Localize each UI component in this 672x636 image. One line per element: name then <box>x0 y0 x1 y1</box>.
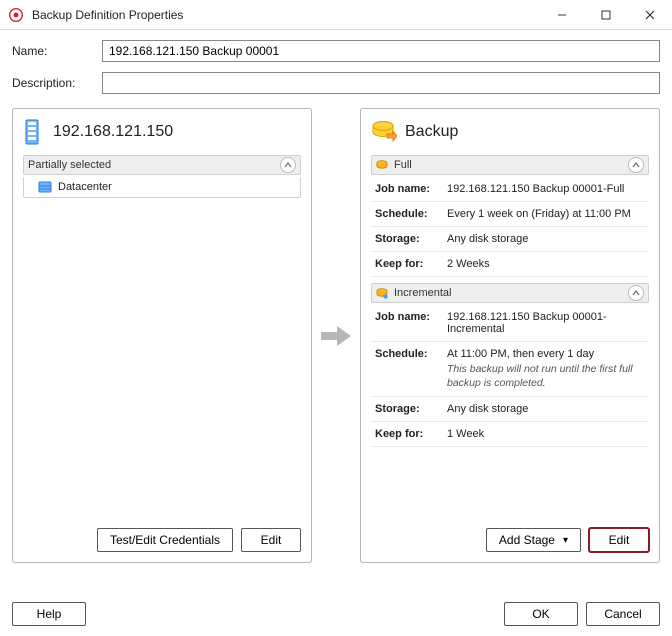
cancel-button[interactable]: Cancel <box>586 602 660 626</box>
prop-key: Keep for: <box>371 422 443 447</box>
datacenter-icon <box>38 180 52 194</box>
description-input[interactable] <box>102 72 660 94</box>
minimize-button[interactable] <box>540 0 584 30</box>
prop-value: 192.168.121.150 Backup 00001-Full <box>443 177 649 202</box>
stage-incremental-header[interactable]: Incremental <box>371 283 649 303</box>
description-label: Description: <box>12 76 102 90</box>
selection-tree: Datacenter <box>23 177 301 198</box>
backup-panel: Backup Full <box>360 108 660 563</box>
disk-incremental-icon <box>376 287 388 299</box>
close-button[interactable] <box>628 0 672 30</box>
help-button[interactable]: Help <box>12 602 86 626</box>
prop-key: Schedule: <box>371 342 443 397</box>
chevron-up-icon[interactable] <box>280 157 296 173</box>
prop-key: Job name: <box>371 305 443 342</box>
name-label: Name: <box>12 44 102 58</box>
prop-value: Every 1 week on (Friday) at 11:00 PM <box>443 202 649 227</box>
prop-key: Storage: <box>371 227 443 252</box>
stage-full-header[interactable]: Full <box>371 155 649 175</box>
prop-value: 2 Weeks <box>443 252 649 277</box>
chevron-up-icon[interactable] <box>628 157 644 173</box>
name-input[interactable] <box>102 40 660 62</box>
prop-key: Storage: <box>371 397 443 422</box>
schedule-note: This backup will not run until the first… <box>447 363 645 390</box>
prop-key: Job name: <box>371 177 443 202</box>
backup-edit-button[interactable]: Edit <box>589 528 649 552</box>
prop-value: Any disk storage <box>443 397 649 422</box>
window-title: Backup Definition Properties <box>32 8 183 22</box>
prop-value: 192.168.121.150 Backup 00001-Incremental <box>443 305 649 342</box>
source-edit-button[interactable]: Edit <box>241 528 301 552</box>
partially-selected-section[interactable]: Partially selected <box>23 155 301 175</box>
server-icon <box>23 119 45 145</box>
dialog-button-bar: Help OK Cancel <box>12 602 660 626</box>
stage-full-properties: Job name: 192.168.121.150 Backup 00001-F… <box>371 177 649 277</box>
test-edit-credentials-button[interactable]: Test/Edit Credentials <box>97 528 233 552</box>
backup-icon <box>371 119 397 145</box>
section-label: Partially selected <box>28 159 111 171</box>
prop-value: Any disk storage <box>443 227 649 252</box>
stage-incremental-label: Incremental <box>394 287 451 299</box>
stage-incremental-properties: Job name: 192.168.121.150 Backup 00001-I… <box>371 305 649 447</box>
prop-key: Keep for: <box>371 252 443 277</box>
schedule-value: At 11:00 PM, then every 1 day <box>447 348 594 360</box>
prop-value: At 11:00 PM, then every 1 day This backu… <box>443 342 649 397</box>
app-icon <box>8 7 24 23</box>
source-panel: 192.168.121.150 Partially selected <box>12 108 312 563</box>
add-stage-button[interactable]: Add Stage <box>486 528 581 552</box>
ok-button[interactable]: OK <box>504 602 578 626</box>
titlebar: Backup Definition Properties <box>0 0 672 30</box>
maximize-button[interactable] <box>584 0 628 30</box>
chevron-up-icon[interactable] <box>628 285 644 301</box>
prop-key: Schedule: <box>371 202 443 227</box>
stage-full-label: Full <box>394 159 412 171</box>
tree-item-datacenter[interactable]: Datacenter <box>24 177 300 197</box>
disk-full-icon <box>376 159 388 171</box>
arrow-divider <box>312 108 360 563</box>
backup-panel-title: Backup <box>405 123 458 141</box>
source-panel-title: 192.168.121.150 <box>53 123 173 141</box>
prop-value: 1 Week <box>443 422 649 447</box>
tree-item-label: Datacenter <box>58 181 112 193</box>
